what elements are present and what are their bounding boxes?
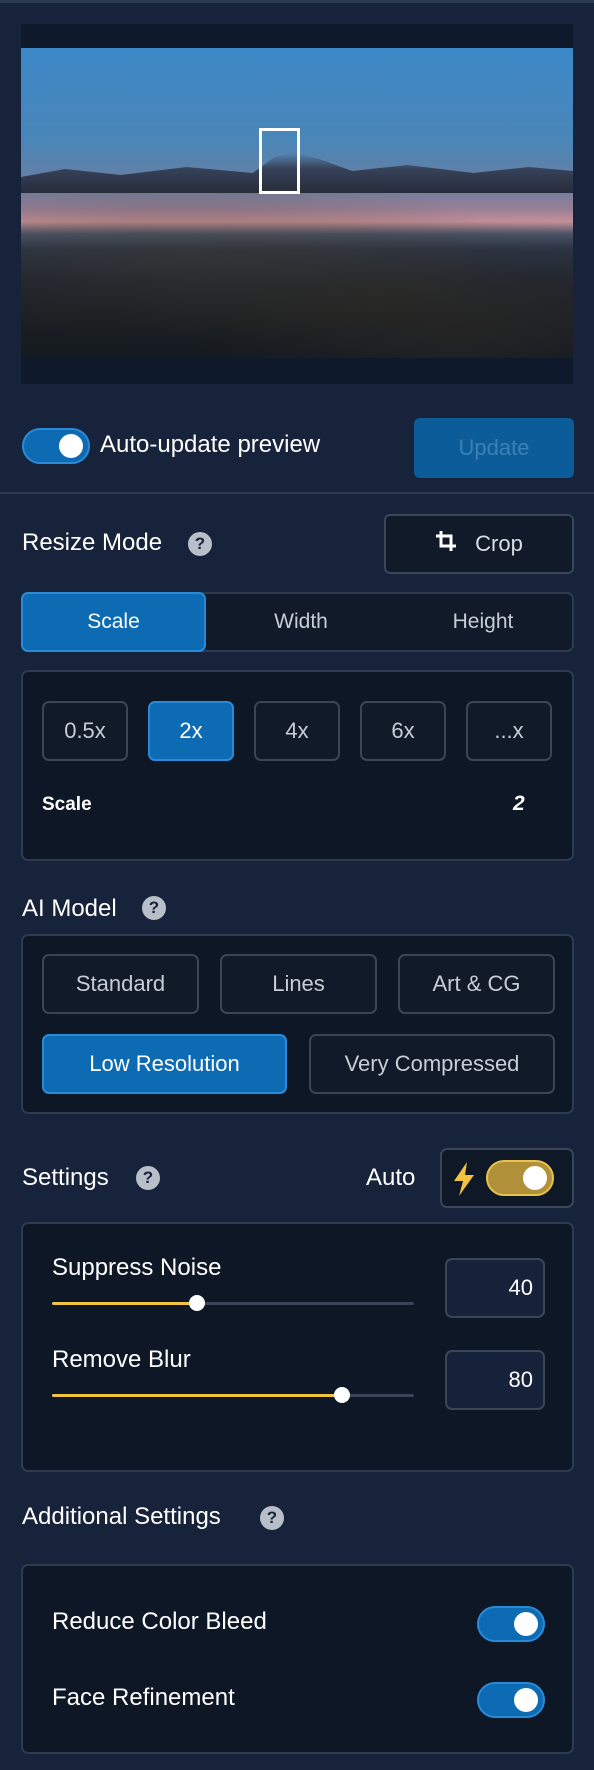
face-refinement-label: Face Refinement — [52, 1684, 235, 1711]
section-divider — [0, 492, 594, 494]
slider-handle[interactable] — [188, 1295, 205, 1311]
auto-update-label: Auto-update preview — [100, 431, 321, 458]
help-icon[interactable]: ? — [260, 1506, 284, 1530]
scale-preset-6x[interactable]: 6x — [360, 701, 446, 761]
preview-focus-rectangle[interactable] — [259, 128, 300, 194]
preview-ground — [21, 188, 573, 358]
face-refinement-toggle[interactable] — [477, 1682, 545, 1718]
additional-settings-title: Additional Settings — [22, 1503, 221, 1530]
remove-blur-slider[interactable] — [52, 1387, 414, 1403]
model-low-resolution[interactable]: Low Resolution — [42, 1034, 287, 1094]
auto-update-toggle[interactable] — [22, 428, 90, 464]
reduce-color-bleed-toggle[interactable] — [477, 1606, 545, 1642]
model-standard[interactable]: Standard — [42, 954, 199, 1014]
help-icon[interactable]: ? — [188, 532, 212, 556]
preview-frame — [21, 24, 573, 384]
reduce-color-bleed-label: Reduce Color Bleed — [52, 1608, 267, 1635]
auto-toggle-box[interactable] — [440, 1148, 574, 1208]
toggle-knob — [514, 1612, 538, 1636]
slider-fill — [52, 1394, 342, 1397]
slider-handle[interactable] — [333, 1387, 350, 1403]
scale-label: Scale — [42, 794, 92, 815]
settings-panel: Suppress Noise 40 Remove Blur 80 — [21, 1222, 574, 1472]
help-icon[interactable]: ? — [142, 896, 166, 920]
model-art-cg[interactable]: Art & CG — [398, 954, 555, 1014]
resize-mode-segmented-control: Scale Width Height — [21, 592, 574, 652]
crop-label: Crop — [475, 531, 523, 556]
resize-mode-height[interactable]: Height — [393, 592, 573, 652]
auto-label: Auto — [366, 1164, 416, 1191]
ai-model-panel: Standard Lines Art & CG Low Resolution V… — [21, 934, 574, 1114]
additional-settings-panel: Reduce Color Bleed Face Refinement — [21, 1564, 574, 1754]
toggle-knob — [59, 434, 83, 458]
settings-title: Settings — [22, 1164, 109, 1191]
update-button[interactable]: Update — [414, 418, 574, 478]
resize-mode-title: Resize Mode — [22, 529, 163, 556]
auto-toggle[interactable] — [486, 1160, 554, 1196]
suppress-noise-value[interactable]: 40 — [445, 1258, 545, 1318]
lightning-icon — [452, 1162, 476, 1201]
scale-panel: 0.5x 2x 4x 6x ...x Scale 2 — [21, 670, 574, 861]
crop-button[interactable]: Crop — [384, 514, 574, 574]
toggle-knob — [514, 1688, 538, 1712]
suppress-noise-slider[interactable] — [52, 1295, 414, 1311]
scale-preset-4x[interactable]: 4x — [254, 701, 340, 761]
model-very-compressed[interactable]: Very Compressed — [309, 1034, 555, 1094]
scale-preset-2x[interactable]: 2x — [148, 701, 234, 761]
ai-model-title: AI Model — [22, 895, 117, 922]
slider-fill — [52, 1302, 197, 1305]
resize-mode-width[interactable]: Width — [211, 592, 391, 652]
help-icon[interactable]: ? — [136, 1166, 160, 1190]
top-divider — [0, 0, 594, 3]
suppress-noise-label: Suppress Noise — [52, 1254, 222, 1281]
remove-blur-value[interactable]: 80 — [445, 1350, 545, 1410]
scale-value[interactable]: 2 — [513, 792, 525, 816]
resize-mode-scale[interactable]: Scale — [21, 592, 206, 652]
scale-preset-0-5x[interactable]: 0.5x — [42, 701, 128, 761]
crop-icon — [435, 530, 457, 558]
model-lines[interactable]: Lines — [220, 954, 377, 1014]
toggle-knob — [523, 1166, 547, 1190]
remove-blur-label: Remove Blur — [52, 1346, 191, 1373]
scale-preset-custom[interactable]: ...x — [466, 701, 552, 761]
preview-image[interactable] — [21, 48, 573, 358]
